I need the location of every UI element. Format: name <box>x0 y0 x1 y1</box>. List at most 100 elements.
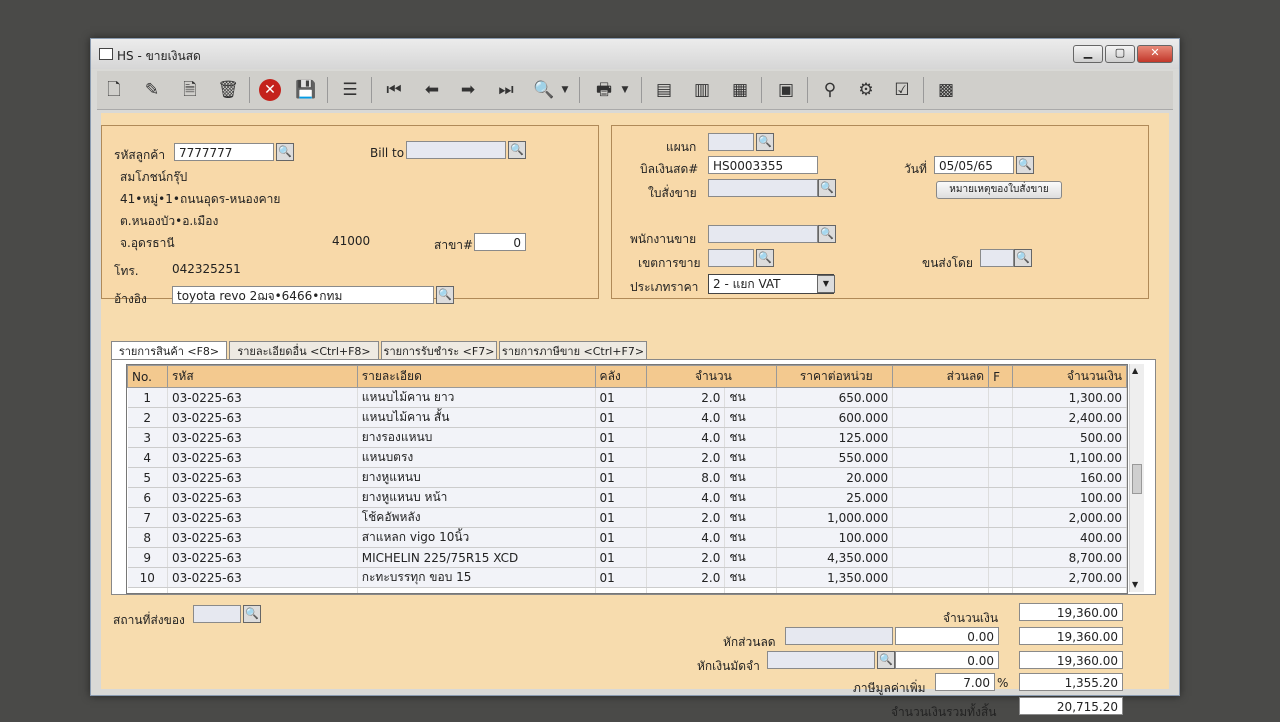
reference-input[interactable]: toyota revo 2ฌจ•6466•กทม <box>172 286 434 304</box>
cell-empty[interactable] <box>595 587 648 593</box>
cell-amount[interactable]: 400.00 <box>1012 527 1127 548</box>
cell-amount[interactable]: 100.00 <box>1012 487 1127 508</box>
cell-empty[interactable] <box>892 587 990 593</box>
tab-payments[interactable]: รายการรับชำระ <F7> <box>381 341 497 361</box>
sales-order-input[interactable] <box>708 179 818 197</box>
cell-code[interactable]: 03-0225-63 <box>167 487 358 508</box>
cell-empty[interactable] <box>357 587 596 593</box>
cell-quantity[interactable]: 4.0 <box>646 487 726 508</box>
cell-quantity[interactable]: 4.0 <box>646 427 726 448</box>
table-row[interactable]: 3 03-0225-63 ยางรองแหนบ 01 4.0 ชน 125.000 500.0… <box>127 427 1127 448</box>
cell-unit-price[interactable]: 125.000 <box>776 427 894 448</box>
cell-description[interactable]: แหนบไม้คาน ยาว <box>357 387 596 408</box>
cell-flag[interactable] <box>988 407 1014 428</box>
cell-amount[interactable]: 500.00 <box>1012 427 1127 448</box>
cell-no[interactable]: 5 <box>127 467 168 488</box>
branch-input[interactable]: 0 <box>474 233 526 251</box>
cell-empty[interactable] <box>1012 587 1127 593</box>
col-header-amount[interactable]: จำนวนเงิน <box>1012 365 1127 388</box>
grid-scrollbar[interactable]: ▲ ▼ <box>1129 364 1144 592</box>
cell-unit[interactable]: ชน <box>724 387 778 408</box>
cell-description[interactable]: แหนบไม้คาน สั้น <box>357 407 596 428</box>
cell-discount[interactable] <box>892 507 990 528</box>
search-icon[interactable]: 🔍 <box>818 179 836 197</box>
table-row[interactable]: 5 03-0225-63 ยางหูแหนบ 01 8.0 ชน 20.000 160.00 <box>127 467 1127 488</box>
cell-unit-price[interactable]: 100.000 <box>776 527 894 548</box>
col-header-flag[interactable]: F <box>988 365 1014 388</box>
cell-flag[interactable] <box>988 527 1014 548</box>
tools-icon[interactable]: ⚙ <box>853 77 879 103</box>
cell-discount[interactable] <box>892 487 990 508</box>
cell-description[interactable]: MICHELIN 225/75R15 XCD <box>357 547 596 568</box>
col-header-discount[interactable]: ส่วนลด <box>892 365 990 388</box>
deposit-input[interactable] <box>767 651 875 669</box>
chevron-down-icon[interactable]: ▼ <box>817 275 835 293</box>
tab-other-details[interactable]: รายละเอียดอื่น <Ctrl+F8> <box>229 341 379 361</box>
chart-icon[interactable]: ▦ <box>727 77 753 103</box>
tab-sales-tax[interactable]: รายการภาษีขาย <Ctrl+F7> <box>499 341 647 361</box>
last-record-icon[interactable]: ⏭ <box>493 77 519 103</box>
search-icon[interactable]: 🔍 <box>756 133 774 151</box>
cell-description[interactable]: สาแหลก vigo 10นิ้ว <box>357 527 596 548</box>
cell-discount[interactable] <box>892 407 990 428</box>
scroll-thumb[interactable] <box>1132 464 1142 494</box>
approve-icon[interactable]: ⚲ <box>817 77 843 103</box>
cell-unit-price[interactable]: 4,350.000 <box>776 547 894 568</box>
col-header-warehouse[interactable]: คลัง <box>594 365 648 388</box>
table-row[interactable]: 9 03-0225-63 MICHELIN 225/75R15 XCD 01 2.0 ชน… <box>127 547 1127 568</box>
cell-warehouse[interactable]: 01 <box>595 567 648 588</box>
col-header-code[interactable]: รหัส <box>166 365 358 388</box>
cell-no[interactable]: 1 <box>127 387 168 408</box>
cell-amount[interactable]: 2,400.00 <box>1012 407 1127 428</box>
ok-icon[interactable]: ☑ <box>889 77 915 103</box>
cell-amount[interactable]: 2,000.00 <box>1012 507 1127 528</box>
first-record-icon[interactable]: ⏮ <box>381 77 407 103</box>
cell-discount[interactable] <box>892 387 990 408</box>
cell-discount[interactable] <box>892 427 990 448</box>
cell-flag[interactable] <box>988 427 1014 448</box>
cell-discount[interactable] <box>892 467 990 488</box>
cell-warehouse[interactable]: 01 <box>595 387 648 408</box>
cell-description[interactable]: กะทะบรรทุก ขอบ 15 <box>357 567 596 588</box>
price-type-select[interactable]: 2 - แยก VAT <box>708 274 834 294</box>
col-header-unit-price[interactable]: ราคาต่อหน่วย <box>776 365 894 388</box>
cell-code[interactable]: 03-0225-63 <box>167 427 358 448</box>
cell-warehouse[interactable]: 01 <box>595 507 648 528</box>
print-icon[interactable]: 🖶 <box>591 77 617 103</box>
cell-flag[interactable] <box>988 467 1014 488</box>
cell-flag[interactable] <box>988 547 1014 568</box>
cell-unit[interactable]: ชน <box>724 467 778 488</box>
cell-no[interactable]: 9 <box>127 547 168 568</box>
cell-unit[interactable]: ชน <box>724 567 778 588</box>
cell-warehouse[interactable]: 01 <box>595 467 648 488</box>
new-document-icon[interactable]: 🗋 <box>101 77 127 103</box>
billto-input[interactable] <box>406 141 506 159</box>
cell-warehouse[interactable]: 01 <box>595 487 648 508</box>
cell-quantity[interactable]: 4.0 <box>646 527 726 548</box>
cell-quantity[interactable]: 2.0 <box>646 547 726 568</box>
cell-no[interactable]: 10 <box>127 567 168 588</box>
report-1-icon[interactable]: ▤ <box>651 77 677 103</box>
search-icon[interactable]: 🔍 <box>756 249 774 267</box>
cell-no[interactable]: 6 <box>127 487 168 508</box>
table-row[interactable]: 6 03-0225-63 ยางหูแหนบ หน้า 01 4.0 ชน 25.000 10… <box>127 487 1127 508</box>
cell-warehouse[interactable]: 01 <box>595 527 648 548</box>
search-icon[interactable]: 🔍 <box>276 143 294 161</box>
discount-input[interactable] <box>785 627 893 645</box>
cell-quantity[interactable]: 2.0 <box>646 567 726 588</box>
cell-flag[interactable] <box>988 387 1014 408</box>
calculator-icon[interactable]: ▩ <box>933 77 959 103</box>
search-icon[interactable]: 🔍 <box>508 141 526 159</box>
cell-unit[interactable]: ชน <box>724 507 778 528</box>
table-row[interactable]: 4 03-0225-63 แหนบตรง 01 2.0 ชน 550.000 1,100.00 <box>127 447 1127 468</box>
search-icon[interactable]: 🔍 <box>1014 249 1032 267</box>
maximize-button[interactable]: ▢ <box>1105 45 1135 63</box>
cell-no[interactable]: 2 <box>127 407 168 428</box>
save-icon[interactable]: 💾 <box>293 77 319 103</box>
stack-icon[interactable]: ☰ <box>337 77 363 103</box>
minimize-button[interactable]: ▁ <box>1073 45 1103 63</box>
edit-icon[interactable]: ✎ <box>139 77 165 103</box>
cell-code[interactable]: 03-0225-63 <box>167 547 358 568</box>
deposit-value[interactable]: 0.00 <box>895 651 999 669</box>
vat-rate-input[interactable]: 7.00 <box>935 673 995 691</box>
